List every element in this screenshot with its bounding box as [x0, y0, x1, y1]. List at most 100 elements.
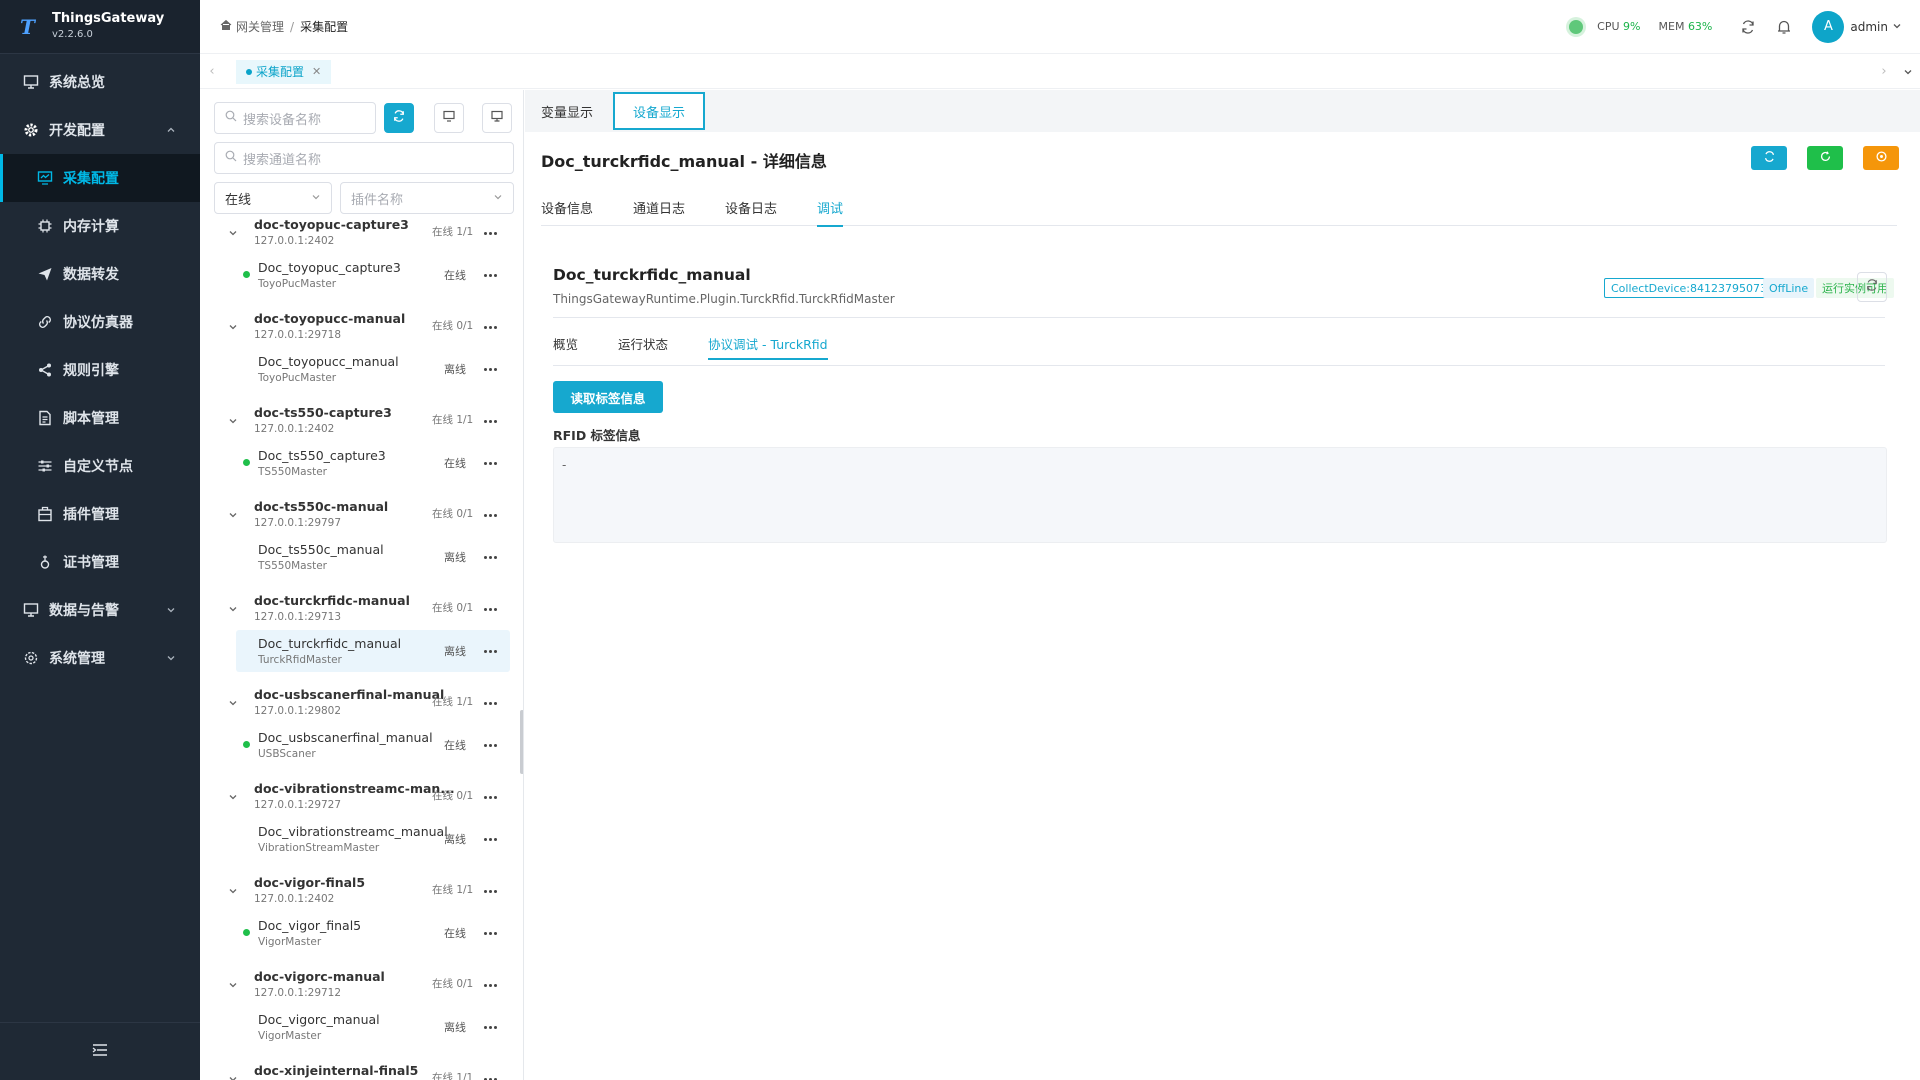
channel-row[interactable]: doc-toyopucc-manual 127.0.0.1:29718 在线 0/1 — [200, 311, 510, 347]
chevron-down-icon[interactable] — [227, 321, 239, 333]
more-icon[interactable] — [481, 883, 499, 899]
tab-device-log[interactable]: 设备日志 — [725, 196, 777, 226]
more-icon[interactable] — [481, 925, 499, 941]
chevron-down-icon[interactable] — [227, 227, 239, 239]
channel-row[interactable]: doc-toyopuc-capture3 127.0.0.1:2402 在线 1/1 — [200, 217, 510, 253]
channel-name: doc-vibrationstreamc-man... — [254, 781, 455, 796]
more-icon[interactable] — [481, 361, 499, 377]
device-plugin: TS550Master — [258, 466, 327, 478]
sidebar-item-overview[interactable]: 系统总览 — [0, 58, 200, 106]
sidebar-item-memory-compute[interactable]: 内存计算 — [0, 202, 200, 250]
sidebar-item-dev-config[interactable]: 开发配置 — [0, 106, 200, 154]
device-row[interactable]: Doc_vigor_final5 VigorMaster 在线 — [236, 912, 510, 954]
tab-runtime-status[interactable]: 运行状态 — [618, 334, 668, 358]
chevron-down-icon[interactable] — [227, 1073, 239, 1080]
rfid-info-output[interactable]: - — [553, 447, 1887, 543]
device-row[interactable]: Doc_vigorc_manual VigorMaster 离线 — [236, 1006, 510, 1048]
tabs-dropdown-icon[interactable] — [1896, 55, 1920, 89]
channel-row[interactable]: doc-ts550-capture3 127.0.0.1:2402 在线 1/1 — [200, 405, 510, 441]
tree-scrollbar[interactable] — [520, 710, 523, 774]
more-icon[interactable] — [481, 695, 499, 711]
app-logo[interactable]: T ThingsGateway v2.2.6.0 — [0, 0, 200, 54]
chevron-down-icon[interactable] — [227, 415, 239, 427]
device-row[interactable]: Doc_ts550c_manual TS550Master 离线 — [236, 536, 510, 578]
device-row[interactable]: Doc_toyopuc_capture3 ToyoPucMaster 在线 — [236, 254, 510, 296]
tab-debug[interactable]: 调试 — [817, 196, 844, 227]
sidebar-item-label: 证书管理 — [63, 555, 119, 571]
more-icon[interactable] — [481, 601, 499, 617]
more-icon[interactable] — [481, 643, 499, 659]
reload-device-button[interactable] — [1857, 272, 1887, 302]
device-row[interactable]: Doc_ts550_capture3 TS550Master 在线 — [236, 442, 510, 484]
chevron-down-icon[interactable] — [227, 697, 239, 709]
search-channel-input[interactable]: 搜索通道名称 — [214, 142, 514, 174]
chevron-down-icon[interactable] — [227, 885, 239, 897]
refresh-icon[interactable] — [1736, 15, 1760, 39]
more-icon[interactable] — [481, 737, 499, 753]
page-tab-collect-config[interactable]: 采集配置 ✕ — [236, 59, 332, 84]
refresh-tree-button[interactable] — [384, 103, 414, 133]
tabs-scroll-left-icon[interactable]: ‹ — [200, 55, 224, 89]
more-icon[interactable] — [481, 789, 499, 805]
breadcrumb-root[interactable]: 网关管理 — [236, 18, 284, 35]
channel-row[interactable]: doc-xinjeinternal-final5 在线 1/1 — [200, 1063, 510, 1080]
collapse-sidebar-button[interactable] — [0, 1022, 200, 1080]
toggle-view-button[interactable] — [434, 103, 464, 133]
channel-row[interactable]: doc-ts550c-manual 127.0.0.1:29797 在线 0/1 — [200, 499, 510, 535]
user-menu[interactable]: A admin — [1812, 10, 1902, 43]
sidebar-item-data-forward[interactable]: 数据转发 — [0, 250, 200, 298]
status-filter-select[interactable]: 在线 — [214, 182, 332, 214]
channel-row[interactable]: doc-vibrationstreamc-man... 127.0.0.1:297… — [200, 781, 510, 817]
restart-button[interactable] — [1807, 146, 1843, 170]
sidebar-item-rule-engine[interactable]: 规则引擎 — [0, 346, 200, 394]
tabs-scroll-right-icon[interactable]: › — [1872, 55, 1896, 89]
chevron-down-icon[interactable] — [227, 603, 239, 615]
sidebar-item-plugin-manage[interactable]: 插件管理 — [0, 490, 200, 538]
more-icon[interactable] — [481, 1071, 499, 1080]
sidebar-item-cert-manage[interactable]: 证书管理 — [0, 538, 200, 586]
more-icon[interactable] — [481, 225, 499, 241]
more-icon[interactable] — [481, 507, 499, 523]
more-icon[interactable] — [481, 1019, 499, 1035]
more-icon[interactable] — [481, 267, 499, 283]
channel-row[interactable]: doc-turckrfidc-manual 127.0.0.1:29713 在线 0… — [200, 593, 510, 629]
sidebar-item-system-manage[interactable]: 系统管理 — [0, 634, 200, 682]
sidebar-item-data-alarm[interactable]: 数据与告警 — [0, 586, 200, 634]
device-row[interactable]: Doc_usbscanerfinal_manual USBScaner 在线 — [236, 724, 510, 766]
more-icon[interactable] — [481, 413, 499, 429]
chevron-down-icon[interactable] — [227, 791, 239, 803]
sidebar-item-protocol-simulator[interactable]: 协议仿真器 — [0, 298, 200, 346]
device-row[interactable]: Doc_turckrfidc_manual TurckRfidMaster 离线 — [236, 630, 510, 672]
more-icon[interactable] — [481, 319, 499, 335]
tab-channel-log[interactable]: 通道日志 — [633, 196, 685, 226]
tab-device-info[interactable]: 设备信息 — [541, 196, 593, 226]
display-button[interactable] — [482, 103, 512, 133]
chevron-down-icon[interactable] — [227, 509, 239, 521]
more-icon[interactable] — [481, 455, 499, 471]
sidebar-item-label: 脚本管理 — [63, 411, 119, 427]
sidebar-item-script-manage[interactable]: 脚本管理 — [0, 394, 200, 442]
chevron-down-icon[interactable] — [227, 979, 239, 991]
sidebar-item-collect-config[interactable]: 采集配置 — [0, 154, 200, 202]
search-device-input[interactable]: 搜索设备名称 — [214, 102, 376, 134]
device-row[interactable]: Doc_toyopucc_manual ToyoPucMaster 离线 — [236, 348, 510, 390]
close-icon[interactable]: ✕ — [312, 65, 321, 78]
device-row[interactable]: Doc_vibrationstreamc_manual VibrationStre… — [236, 818, 510, 860]
read-tag-button[interactable]: 读取标签信息 — [553, 381, 663, 413]
home-icon[interactable] — [220, 19, 232, 34]
pause-button[interactable] — [1863, 146, 1899, 170]
more-icon[interactable] — [481, 831, 499, 847]
tab-overview[interactable]: 概览 — [553, 334, 578, 358]
tab-protocol-debug[interactable]: 协议调试 - TurckRfid — [708, 334, 828, 360]
more-icon[interactable] — [481, 549, 499, 565]
plugin-filter-select[interactable]: 插件名称 — [340, 182, 514, 214]
bell-icon[interactable] — [1772, 15, 1796, 39]
more-icon[interactable] — [481, 977, 499, 993]
tab-device-display[interactable]: 设备显示 — [613, 92, 706, 130]
sidebar-item-custom-node[interactable]: 自定义节点 — [0, 442, 200, 490]
channel-row[interactable]: doc-usbscanerfinal-manual 127.0.0.1:29802… — [200, 687, 510, 723]
refresh-button[interactable] — [1751, 146, 1787, 170]
channel-row[interactable]: doc-vigorc-manual 127.0.0.1:29712 在线 0/1 — [200, 969, 510, 1005]
tab-variable-display[interactable]: 变量显示 — [525, 92, 609, 130]
channel-row[interactable]: doc-vigor-final5 127.0.0.1:2402 在线 1/1 — [200, 875, 510, 911]
